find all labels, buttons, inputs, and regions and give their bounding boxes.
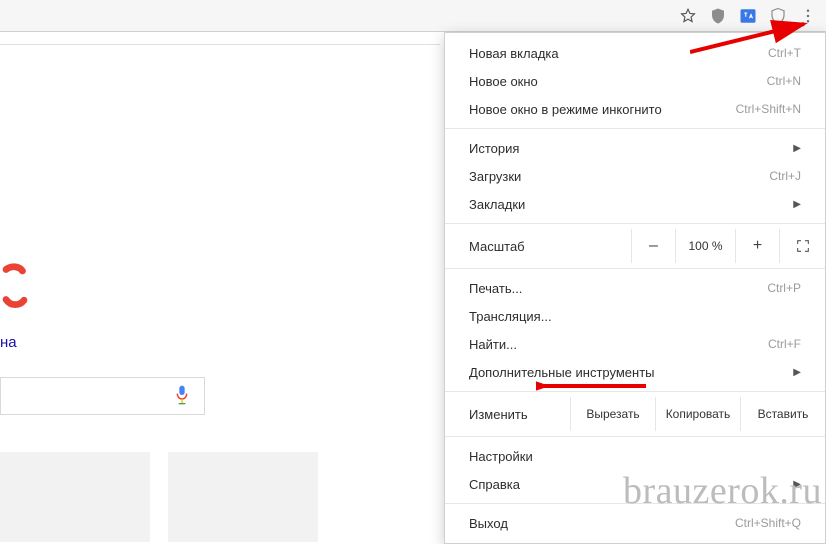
menu-item-exit[interactable]: Выход Ctrl+Shift+Q [445,509,825,537]
menu-label: Найти... [469,337,768,352]
chevron-right-icon: ▶ [793,367,801,378]
menu-shortcut: Ctrl+F [768,337,801,351]
menu-shortcut: Ctrl+Shift+N [736,102,801,116]
watermark: brauzerok.ru [623,469,822,513]
menu-shortcut: Ctrl+J [769,169,801,183]
menu-label: Печать... [469,281,767,296]
menu-item-zoom: Масштаб – 100 % + [445,229,825,263]
browser-main-menu: Новая вкладка Ctrl+T Новое окно Ctrl+N Н… [444,32,826,544]
menu-label: Закладки [469,197,793,212]
copy-button[interactable]: Копировать [655,397,740,431]
menu-separator [445,128,825,129]
menu-label: Настройки [469,449,801,464]
menu-item-history[interactable]: История ▶ [445,134,825,162]
menu-dots-icon[interactable] [798,6,818,26]
menu-shortcut: Ctrl+N [767,74,801,88]
paste-button[interactable]: Вставить [740,397,825,431]
menu-item-incognito[interactable]: Новое окно в режиме инкогнито Ctrl+Shift… [445,95,825,123]
menu-item-more-tools[interactable]: Дополнительные инструменты ▶ [445,358,825,386]
menu-item-bookmarks[interactable]: Закладки ▶ [445,190,825,218]
star-icon[interactable] [678,6,698,26]
translate-icon[interactable] [738,6,758,26]
menu-separator [445,391,825,392]
most-visited-tiles [0,452,318,542]
chevron-right-icon: ▶ [793,143,801,154]
microphone-icon[interactable] [174,384,190,409]
menu-label: Новое окно в режиме инкогнито [469,102,736,117]
shield-grey-icon[interactable] [708,6,728,26]
menu-label: Новая вкладка [469,46,768,61]
menu-label: Дополнительные инструменты [469,365,793,380]
menu-label: Трансляция... [469,309,801,324]
zoom-out-button[interactable]: – [631,229,675,263]
menu-item-find[interactable]: Найти... Ctrl+F [445,330,825,358]
zoom-in-button[interactable]: + [735,229,779,263]
menu-item-cast[interactable]: Трансляция... [445,302,825,330]
menu-shortcut: Ctrl+Shift+Q [735,516,801,530]
tile[interactable] [168,452,318,542]
menu-separator [445,268,825,269]
search-input[interactable] [0,377,205,415]
menu-separator [445,436,825,437]
menu-label: Выход [469,516,735,531]
zoom-label: Масштаб [445,239,631,254]
divider [0,44,440,45]
menu-shortcut: Ctrl+T [768,46,801,60]
page-caption: на [0,334,17,351]
shield-outline-icon[interactable] [768,6,788,26]
fullscreen-button[interactable] [779,229,825,263]
menu-label: История [469,141,793,156]
tile[interactable] [0,452,150,542]
menu-separator [445,223,825,224]
menu-item-settings[interactable]: Настройки [445,442,825,470]
menu-shortcut: Ctrl+P [767,281,801,295]
menu-item-edit: Изменить Вырезать Копировать Вставить [445,397,825,431]
menu-item-new-tab[interactable]: Новая вкладка Ctrl+T [445,39,825,67]
menu-label: Загрузки [469,169,769,184]
google-logo-fragment [0,262,30,325]
zoom-value: 100 % [675,229,735,263]
chevron-right-icon: ▶ [793,199,801,210]
edit-label: Изменить [445,397,570,431]
menu-item-downloads[interactable]: Загрузки Ctrl+J [445,162,825,190]
browser-toolbar [0,0,826,32]
menu-item-new-window[interactable]: Новое окно Ctrl+N [445,67,825,95]
menu-label: Новое окно [469,74,767,89]
menu-item-print[interactable]: Печать... Ctrl+P [445,274,825,302]
cut-button[interactable]: Вырезать [570,397,655,431]
